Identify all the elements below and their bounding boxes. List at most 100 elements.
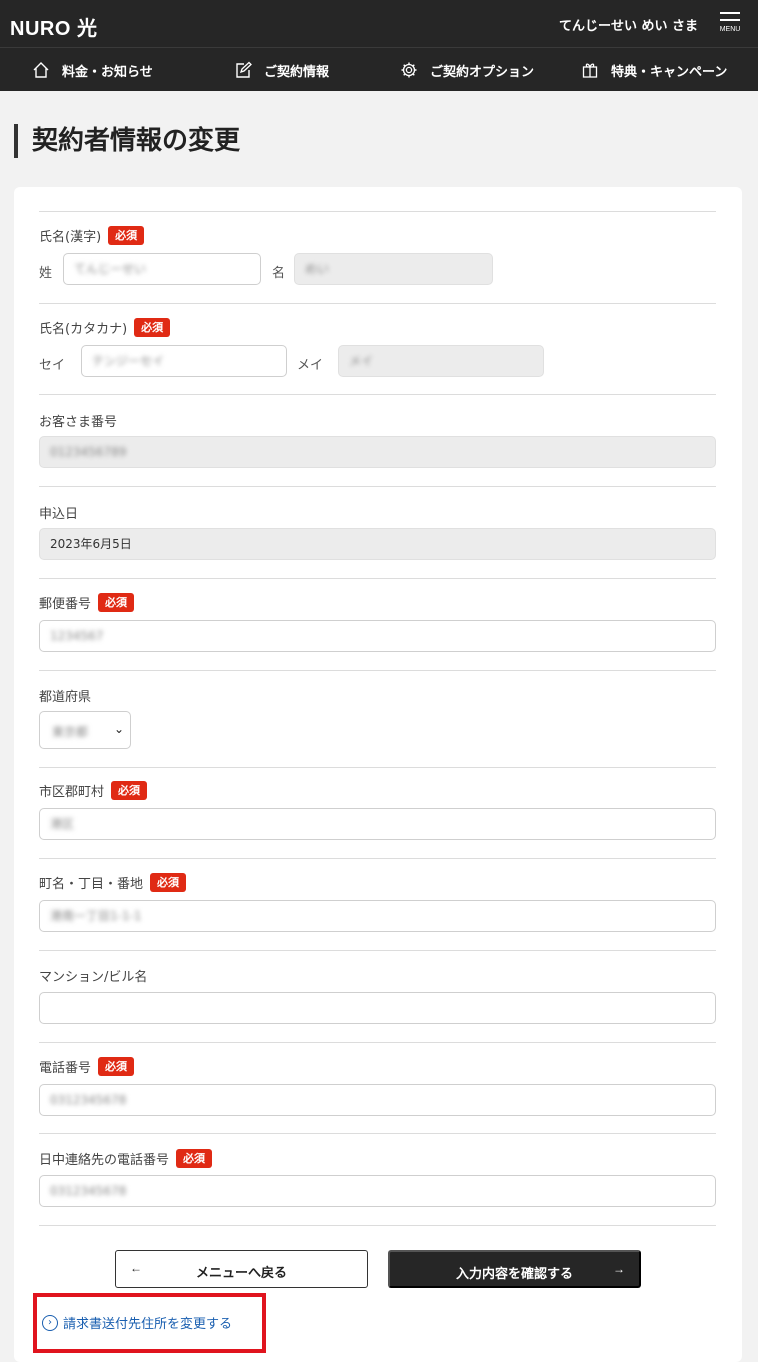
phone-input[interactable]: 0312345678 [39, 1084, 716, 1116]
field-label: 郵便番号 [39, 597, 92, 612]
field-value: 2023年6月5日 [50, 537, 132, 551]
divider [39, 670, 716, 671]
required-badge: 必須 [108, 226, 145, 245]
postal-code-label: 郵便番号 必須 [39, 593, 135, 612]
menu-button[interactable]: MENU [718, 12, 742, 42]
field-label: 都道府県 [39, 690, 92, 705]
required-badge: 必須 [111, 781, 148, 800]
field-value: 港区 [50, 817, 75, 831]
required-badge: 必須 [98, 1057, 135, 1076]
confirm-input-button[interactable]: 入力内容を確認する → [388, 1250, 641, 1288]
field-value: 1234567 [50, 629, 104, 643]
field-label: マンション/ビル名 [39, 970, 148, 985]
city-label: 市区郡町村 必須 [39, 781, 148, 800]
name-kanji-label: 氏名(漢字) 必須 [39, 226, 145, 245]
chevron-right-icon: › [42, 1314, 58, 1331]
building-label: マンション/ビル名 [39, 966, 147, 985]
divider [39, 394, 716, 395]
field-label: 市区郡町村 [39, 785, 105, 800]
name-kana-label: 氏名(カタカナ) 必須 [39, 318, 171, 337]
gift-icon [581, 61, 599, 79]
form-card: 氏名(漢字) 必須 姓 てんじーせい 名 めい 氏名(カタカナ) 必須 セイ テ… [14, 187, 742, 1362]
hamburger-icon [720, 19, 740, 21]
divider [39, 1133, 716, 1134]
home-icon [32, 61, 50, 79]
nav-label: 特典・キャンペーン [611, 64, 728, 80]
nav-label: ご契約情報 [264, 64, 330, 80]
field-label: 氏名(漢字) [39, 230, 102, 245]
field-label: 申込日 [39, 507, 79, 522]
divider [39, 1042, 716, 1043]
divider [39, 303, 716, 304]
field-value: 0312345678 [50, 1184, 127, 1198]
menu-label: MENU [719, 26, 741, 33]
field-value: メイ [349, 354, 374, 368]
required-badge: 必須 [150, 873, 187, 892]
field-value: めい [305, 262, 330, 276]
city-input[interactable]: 港区 [39, 808, 716, 840]
nav-label: ご契約オプション [430, 64, 535, 80]
divider [39, 858, 716, 859]
select-value: 東京都 [52, 725, 89, 739]
daytime-phone-label: 日中連絡先の電話番号 必須 [39, 1149, 213, 1168]
prefecture-select[interactable]: 東京都 ⌄ [39, 711, 131, 749]
field-value: 港南一丁目1-1-1 [50, 909, 142, 923]
phone-label: 電話番号 必須 [39, 1057, 135, 1076]
sei-kana-label: セイ [39, 358, 66, 373]
field-label: 町名・丁目・番地 [39, 877, 144, 892]
customer-number-field: 0123456789 [39, 436, 716, 468]
field-label: 日中連絡先の電話番号 [39, 1153, 170, 1168]
main-nav: 料金・お知らせ ご契約情報 ご契約オプション 特典・キャンペーン [0, 47, 758, 91]
required-badge: 必須 [98, 593, 135, 612]
application-date-field: 2023年6月5日 [39, 528, 716, 560]
field-value: テンジーセイ [92, 354, 165, 368]
top-header: NURO 光 てんじーせい めい さま MENU [0, 0, 758, 47]
last-name-kana-input[interactable]: テンジーセイ [81, 345, 287, 377]
prefecture-label: 都道府県 [39, 686, 91, 705]
edit-icon [234, 61, 252, 79]
nav-item-contract-options[interactable]: ご契約オプション [400, 48, 534, 92]
divider [39, 211, 716, 212]
field-label: お客さま番号 [39, 415, 118, 430]
field-label: 氏名(カタカナ) [39, 322, 128, 337]
field-value: 0123456789 [50, 445, 127, 459]
mei-kana-label: メイ [297, 358, 324, 373]
gear-icon [400, 61, 418, 79]
application-date-label: 申込日 [39, 503, 78, 522]
arrow-right-icon: → [613, 1262, 625, 1276]
required-badge: 必須 [176, 1149, 213, 1168]
first-name-kana-input[interactable]: メイ [338, 345, 544, 377]
nav-label: 料金・お知らせ [62, 64, 153, 80]
page-title: 契約者情報の変更 [14, 124, 240, 158]
daytime-phone-input[interactable]: 0312345678 [39, 1175, 716, 1207]
sei-label: 姓 [39, 266, 53, 281]
mei-label: 名 [272, 266, 286, 281]
link-label: 請求書送付先住所を変更する [63, 1317, 233, 1332]
nuro-logo[interactable]: NURO 光 [10, 12, 97, 41]
nav-item-billing-news[interactable]: 料金・お知らせ [32, 48, 153, 92]
button-label: メニューへ戻る [195, 1265, 287, 1280]
back-to-menu-button[interactable]: ← メニューへ戻る [115, 1250, 368, 1288]
nav-item-campaigns[interactable]: 特典・キャンペーン [581, 48, 727, 92]
field-value: 0312345678 [50, 1093, 127, 1107]
building-input[interactable] [39, 992, 716, 1024]
divider [39, 578, 716, 579]
first-name-kanji-input[interactable]: めい [294, 253, 493, 285]
divider [39, 767, 716, 768]
postal-code-input[interactable]: 1234567 [39, 620, 716, 652]
last-name-kanji-input[interactable]: てんじーせい [63, 253, 261, 285]
field-label: 電話番号 [39, 1061, 92, 1076]
nav-item-contract-info[interactable]: ご契約情報 [234, 48, 329, 92]
change-billing-address-link[interactable]: › 請求書送付先住所を変更する [42, 1313, 232, 1332]
divider [39, 486, 716, 487]
user-name: てんじーせい めい さま [558, 19, 698, 34]
required-badge: 必須 [134, 318, 171, 337]
divider [39, 950, 716, 951]
address-label: 町名・丁目・番地 必須 [39, 873, 187, 892]
chevron-down-icon: ⌄ [113, 722, 124, 736]
field-value: てんじーせい [74, 262, 147, 276]
address-input[interactable]: 港南一丁目1-1-1 [39, 900, 716, 932]
customer-number-label: お客さま番号 [39, 411, 117, 430]
button-label: 入力内容を確認する [455, 1266, 573, 1281]
hamburger-icon [720, 12, 740, 14]
